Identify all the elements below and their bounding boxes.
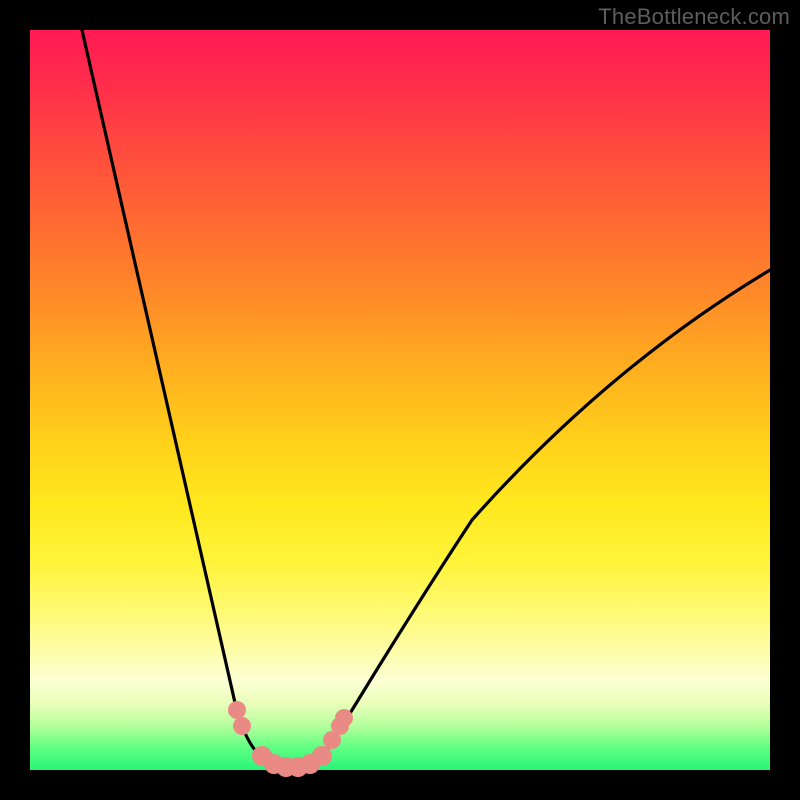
bottleneck-curve xyxy=(82,30,770,763)
watermark-text: TheBottleneck.com xyxy=(598,4,790,30)
chart-svg xyxy=(30,30,770,770)
chart-stage: TheBottleneck.com xyxy=(0,0,800,800)
